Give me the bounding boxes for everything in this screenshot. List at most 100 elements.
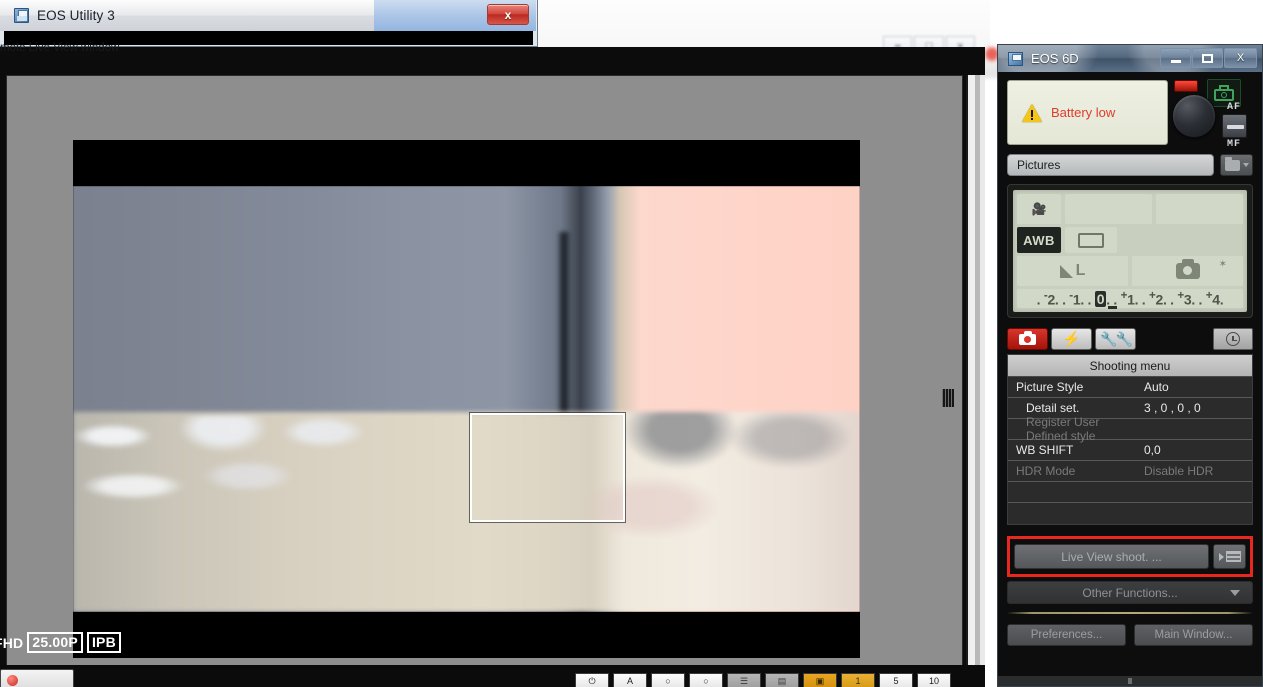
camera-icon	[1019, 330, 1036, 345]
toolbar-grid-icon[interactable]: ☰	[727, 673, 761, 687]
battery-warning-box: Battery low	[1007, 80, 1169, 145]
minimize-icon[interactable]	[1160, 48, 1191, 68]
toolbar-zoom1-button[interactable]: 1	[841, 673, 875, 687]
exposure-marker	[1108, 306, 1117, 309]
exposure-scale-text: . -2. . -1. .	[1036, 289, 1095, 308]
toolbar-display-icon[interactable]: ▣	[803, 673, 837, 687]
movie-camera-icon: 🎥	[1017, 194, 1061, 224]
other-functions-label: Other Functions...	[1082, 585, 1178, 600]
tools-icon: 🔧🔧	[1100, 331, 1133, 347]
record-led-icon	[1174, 80, 1199, 92]
settings-tabs[interactable]: ⚡ 🔧🔧	[1007, 328, 1253, 350]
toolbar-zoom5-button[interactable]: 5	[879, 673, 913, 687]
scene-floor	[73, 412, 860, 612]
destination-folder-field[interactable]: Pictures	[1007, 154, 1214, 176]
chevron-down-icon	[1230, 589, 1240, 596]
af-mf-toggle[interactable]	[1221, 114, 1247, 138]
menu-key: Picture Style	[1016, 380, 1084, 394]
eos-6d-title: EOS 6D	[1031, 51, 1079, 66]
menu-row-register-user-style: Register User Defined style	[1008, 415, 1252, 443]
toolbar-histogram-icon[interactable]: ▤	[765, 673, 799, 687]
record-dot-icon	[7, 674, 18, 686]
lcd-row-bottom: L ✶	[1017, 256, 1243, 286]
menu-row-empty	[1008, 482, 1252, 503]
remote-live-view-window: FHD 25.00P IPB ⏻ A ○ ○ ☰ ▤ ▣ 1 5 10	[0, 47, 985, 687]
toolbar-circle2-icon[interactable]: ○	[689, 673, 723, 687]
panel-resize-handle[interactable]	[942, 389, 954, 407]
close-button[interactable]: X	[1224, 48, 1257, 68]
folder-browse-icon[interactable]	[1220, 154, 1253, 176]
warning-triangle-icon	[1022, 103, 1042, 122]
menu-key: WB SHIFT	[1016, 443, 1074, 457]
destination-row: Pictures	[1007, 154, 1253, 176]
toolbar-circle-icon[interactable]: ○	[651, 673, 685, 687]
divider	[1007, 612, 1253, 614]
eos-6d-titlebar[interactable]: EOS 6D X	[998, 45, 1262, 72]
menu-row-hdr-mode: HDR Mode Disable HDR	[1008, 461, 1252, 482]
eos-6d-footer: Preferences... Main Window...	[1007, 624, 1253, 646]
app-icon	[14, 8, 29, 23]
battery-warning-label: Battery low	[1051, 105, 1116, 120]
lcd-blank-cell	[1065, 194, 1152, 224]
preferences-button[interactable]: Preferences...	[1007, 624, 1126, 646]
timer-icon[interactable]	[1213, 328, 1253, 350]
toolbar-auto-icon[interactable]: A	[613, 673, 647, 687]
menu-key: Detail set.	[1026, 401, 1080, 415]
menu-value: Disable HDR	[1144, 464, 1214, 478]
eos-6d-window-buttons[interactable]: X	[1160, 48, 1257, 68]
live-view-photo	[73, 186, 860, 612]
tab-flash[interactable]: ⚡	[1051, 328, 1092, 350]
live-view-inner-panel	[6, 75, 963, 687]
camera-lcd-screen: 🎥 AWB L ✶ . -2. . -1. . 0 . . +1. . +2. …	[1013, 190, 1247, 312]
menu-value: 0,0	[1144, 443, 1161, 457]
live-view-image[interactable]	[73, 140, 860, 658]
camera-lcd-panel: 🎥 AWB L ✶ . -2. . -1. . 0 . . +1. . +2. …	[1007, 184, 1253, 318]
movie-format-badges: FHD 25.00P IPB	[0, 632, 121, 653]
letterbox-bottom	[73, 612, 860, 658]
lcd-blank-cell	[1156, 194, 1243, 224]
live-view-window-status-text: mote Live View window	[0, 42, 120, 54]
menu-value: 3 , 0 , 0 , 0	[1144, 401, 1201, 415]
toolbar-power-icon[interactable]: ⏻	[575, 673, 609, 687]
menu-value: Auto	[1144, 380, 1169, 394]
camera-status-row: Battery low AF MF	[1007, 79, 1253, 150]
tab-shooting[interactable]	[1007, 328, 1048, 350]
eos-utility-titlebar[interactable]: EOS Utility 3 x	[0, 0, 536, 31]
eos-utility-window: EOS Utility 3 x	[0, 0, 538, 47]
live-view-shoot-row: Live View shoot. ...	[1014, 544, 1246, 569]
drive-mode-icon	[1065, 227, 1117, 253]
toolbar-zoom10-button[interactable]: 10	[917, 673, 951, 687]
window-resize-grip[interactable]	[998, 676, 1262, 686]
record-button[interactable]	[0, 669, 74, 687]
close-button[interactable]: x	[487, 4, 529, 25]
af-mf-switch[interactable]: AF MF	[1217, 102, 1251, 150]
shooting-menu: Shooting menu Picture Style Auto Detail …	[1007, 354, 1253, 525]
image-quality-indicator: L	[1017, 256, 1128, 286]
menu-row-wb-shift[interactable]: WB SHIFT 0,0	[1008, 440, 1252, 461]
shooting-menu-title: Shooting menu	[1008, 355, 1252, 377]
af-focus-frame[interactable]	[470, 413, 625, 522]
other-functions-dropdown[interactable]: Other Functions...	[1007, 581, 1253, 604]
menu-row-picture-style[interactable]: Picture Style Auto	[1008, 377, 1252, 398]
live-view-toolbar[interactable]: ⏻ A ○ ○ ☰ ▤ ▣ 1 5 10	[575, 673, 951, 687]
exposure-level-scale: . -2. . -1. . 0. . +1. . +2. . +3. . +4.	[1017, 289, 1243, 309]
letterbox-top	[73, 140, 860, 186]
eos-utility-title: EOS Utility 3	[37, 8, 115, 23]
app-icon	[1008, 51, 1023, 66]
main-window-button[interactable]: Main Window...	[1134, 624, 1253, 646]
maximize-icon[interactable]	[1192, 48, 1223, 68]
tab-setup[interactable]: 🔧🔧	[1095, 328, 1136, 350]
live-view-shoot-button[interactable]: Live View shoot. ...	[1014, 544, 1209, 569]
quality-value: L	[1075, 262, 1086, 279]
menu-key: Register User Defined style	[1026, 415, 1100, 443]
badge-framerate: 25.00P	[27, 632, 83, 653]
eos-6d-body: Battery low AF MF Pictures 🎥 AWB L ✶ . -…	[998, 72, 1262, 646]
camera-controls-cluster: AF MF	[1172, 79, 1253, 150]
badge-fhd: FHD	[0, 634, 24, 651]
eos-6d-window: EOS 6D X Battery low AF MF Pictures 🎥 AW…	[997, 44, 1263, 687]
live-view-right-edge	[966, 75, 985, 687]
mode-dial[interactable]	[1172, 94, 1217, 138]
live-view-icon[interactable]	[1213, 544, 1246, 569]
af-label: AF	[1226, 102, 1241, 113]
menu-key: HDR Mode	[1016, 464, 1076, 478]
